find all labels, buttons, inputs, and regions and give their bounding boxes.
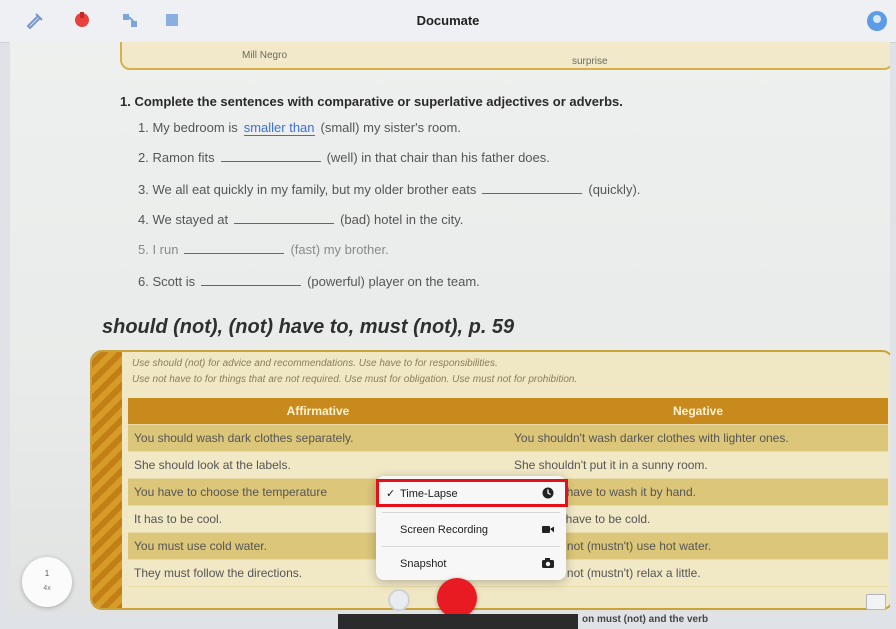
sentence-5: 5. I run (fast) my brother. [138, 242, 389, 257]
section-title: should (not), (not) have to, must (not),… [102, 316, 515, 338]
table-header-row: Affirmative Negative [128, 398, 888, 425]
table-header: Affirmative [128, 398, 508, 424]
menu-item-screen-recording[interactable]: Screen Recording [382, 516, 560, 544]
decorative-stripe [92, 352, 122, 608]
zoom-value: 1 [44, 569, 50, 578]
table-cell: You should wash dark clothes separately. [128, 425, 508, 451]
exercise-heading: 1. Complete the sentences with comparati… [120, 94, 623, 109]
menu-item-label: Snapshot [400, 558, 447, 570]
sentence-2: 2. Ramon fits (well) in that chair than h… [138, 150, 550, 165]
filled-answer: smaller than [243, 120, 315, 136]
answer-blank [201, 274, 302, 286]
page-bottom-text: on must (not) and the verb [582, 614, 709, 625]
instruction-line-2: Use not have to for things that are not … [132, 374, 578, 385]
selection-highlight [376, 479, 568, 507]
record-button[interactable] [437, 578, 477, 618]
answer-blank [184, 242, 285, 254]
table-cell: She shouldn't put it in a sunny room. [508, 452, 888, 478]
answer-blank [220, 150, 321, 162]
banner-right-text: surprise [572, 56, 608, 67]
sentence-1: 1. My bedroom is smaller than (small) my s… [138, 120, 461, 136]
table-row: You should wash dark clothes separately.… [128, 425, 888, 452]
sentence-3: 3. We all eat quickly in my family, but … [138, 182, 641, 197]
menu-item-snapshot[interactable]: Snapshot [382, 550, 560, 578]
top-toolbar: Documate [0, 0, 896, 43]
profile-icon[interactable] [866, 10, 887, 31]
menu-item-label: Screen Recording [400, 524, 489, 536]
app-title: Documate [416, 13, 480, 28]
answer-blank [234, 212, 335, 224]
sentence-4: 4. We stayed at (bad) hotel in the city. [138, 212, 464, 227]
table-header: Negative [508, 398, 888, 424]
answer-blank [482, 182, 583, 194]
menu-divider [382, 546, 560, 547]
focus-button[interactable] [388, 589, 410, 611]
camera-icon [542, 557, 554, 569]
instruction-line-1: Use should (not) for advice and recommen… [132, 358, 498, 369]
fullscreen-icon[interactable] [866, 594, 886, 610]
table-cell: She should look at the labels. [128, 452, 508, 478]
page-banner: Mill Negro surprise [120, 42, 890, 70]
zoom-control[interactable]: 1 4x [22, 557, 72, 607]
sentence-6: 6. Scott is (powerful) player on the team… [138, 274, 480, 289]
table-row: She should look at the labels. She shoul… [128, 452, 888, 479]
menu-divider [382, 512, 560, 513]
bottom-strip [338, 614, 578, 629]
banner-left-text: Mill Negro [242, 50, 288, 61]
table-cell: You shouldn't wash darker clothes with l… [508, 425, 888, 451]
zoom-label: 4x [43, 585, 51, 592]
video-camera-icon [542, 523, 554, 535]
